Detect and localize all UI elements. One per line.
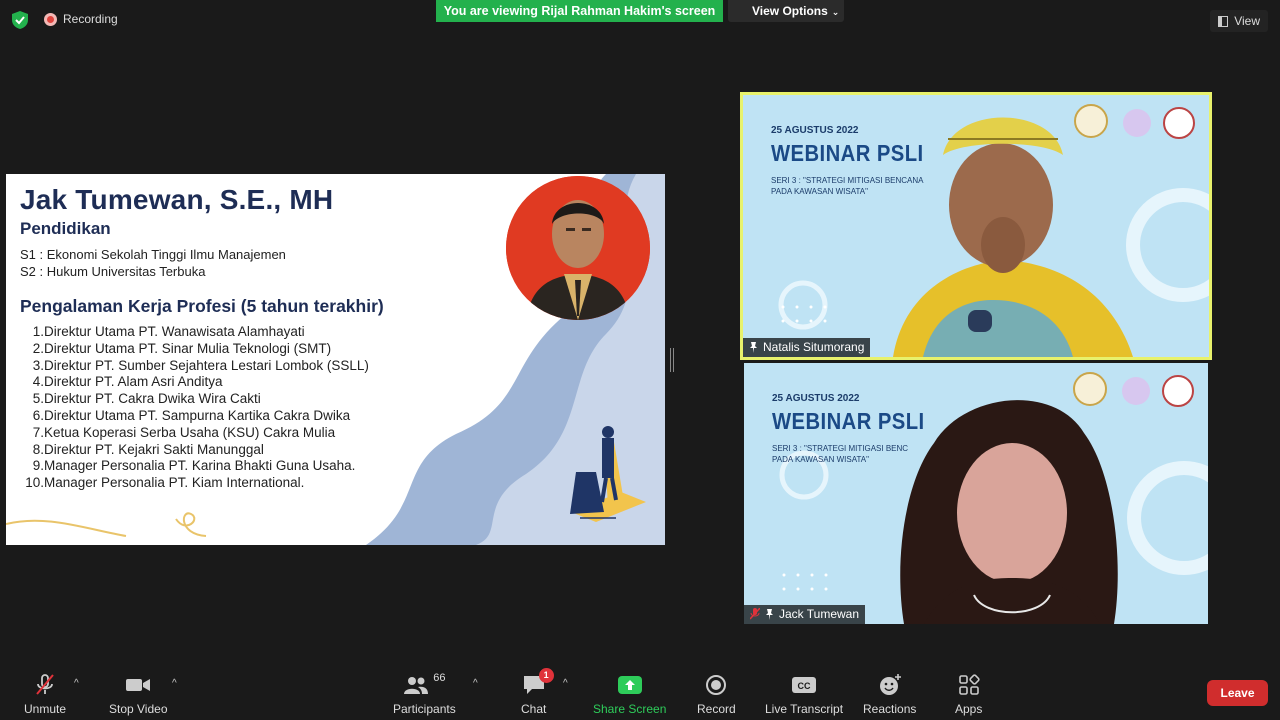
chat-unread-badge: 1: [538, 668, 554, 683]
audio-options-caret[interactable]: ^: [74, 678, 79, 689]
work-item: 10. Manager Personalia PT. Kiam Internati…: [25, 475, 305, 491]
stop-video-button[interactable]: Stop Video: [109, 672, 168, 716]
view-options-label: View Options: [752, 4, 828, 18]
webinar-title: WEBINAR PSLI: [772, 408, 925, 434]
viewing-banner: You are viewing Rijal Rahman Hakim's scr…: [436, 0, 723, 22]
live-transcript-button[interactable]: CC Live Transcript: [765, 672, 843, 716]
reactions-button[interactable]: Reactions: [863, 672, 916, 716]
pin-icon: [766, 608, 773, 620]
leave-button[interactable]: Leave: [1207, 680, 1268, 706]
record-button[interactable]: Record: [697, 672, 736, 716]
muted-mic-icon: [750, 608, 760, 620]
speaker-name-heading: Jak Tumewan, S.E., MH: [20, 184, 334, 215]
work-item: 9. Manager Personalia PT. Karina Bhakti G…: [32, 458, 356, 474]
work-item: 8. Direktur PT. Kejakri Sakti Manunggal: [32, 441, 264, 457]
share-screen-icon: [617, 676, 642, 694]
apps-icon: [958, 674, 980, 695]
chat-options-caret[interactable]: ^: [563, 678, 568, 689]
svg-text:CC: CC: [798, 681, 811, 691]
recording-label: Recording: [63, 12, 118, 26]
participant-name: Natalis Situmorang: [763, 340, 865, 354]
participants-icon: [404, 677, 429, 694]
apps-button[interactable]: Apps: [955, 672, 982, 716]
record-icon: [706, 675, 727, 695]
webinar-date: 25 AGUSTUS 2022: [771, 125, 859, 136]
participants-count: 66: [433, 672, 446, 684]
participants-options-caret[interactable]: ^: [473, 678, 478, 689]
pin-icon: [750, 341, 757, 353]
work-experience-heading: Pengalaman Kerja Profesi (5 tahun terakh…: [20, 296, 384, 316]
chevron-down-icon: ⌄: [831, 7, 840, 17]
work-item: 4. Direktur PT. Alam Asri Anditya: [32, 374, 223, 390]
speaker-photo: [506, 176, 650, 320]
webinar-series: SERI 3 : "STRATEGI MITIGASI BENC PADA KA…: [772, 444, 909, 464]
layout-icon: [1218, 15, 1229, 27]
video-tile[interactable]: 25 AGUSTUS 2022 WEBINAR PSLI SERI 3 : "S…: [744, 363, 1208, 624]
share-screen-button[interactable]: Share Screen: [593, 672, 666, 716]
webinar-title: WEBINAR PSLI: [771, 140, 924, 166]
work-item: 6. Direktur Utama PT. Sampurna Kartika Ca…: [32, 407, 351, 423]
emoji-plus-icon: [879, 674, 901, 695]
education-list: S1 : Ekonomi Sekolah Tinggi Ilmu Manajem…: [20, 246, 286, 280]
education-item: S2 : Hukum Universitas Terbuka: [20, 264, 206, 279]
video-camera-icon: [126, 679, 151, 691]
recording-indicator[interactable]: Recording: [44, 12, 118, 26]
view-label: View: [1234, 14, 1260, 28]
shared-screen-slide: Jak Tumewan, S.E., MH Pendidikan S1 : Ek…: [6, 174, 665, 545]
work-item: 2. Direktur Utama PT. Sinar Mulia Teknolo…: [32, 340, 332, 356]
participant-name: Jack Tumewan: [779, 607, 860, 621]
recording-icon: [44, 12, 57, 26]
participant-name-tag: Natalis Situmorang: [743, 338, 871, 357]
webinar-series: SERI 3 : "STRATEGI MITIGASI BENCANA PADA…: [771, 176, 924, 196]
split-view-divider[interactable]: [670, 348, 674, 372]
video-options-caret[interactable]: ^: [172, 678, 177, 689]
view-button[interactable]: View: [1210, 10, 1268, 32]
participant-name-tag: Jack Tumewan: [744, 605, 866, 624]
work-item: 7. Ketua Koperasi Serba Usaha (KSU) Cakra…: [32, 424, 336, 440]
chat-button[interactable]: 1 Chat: [521, 668, 554, 716]
education-heading: Pendidikan: [20, 219, 111, 238]
slide-illustration: [570, 426, 646, 522]
work-experience-list: 1. Direktur Utama PT. Wanawisata Alamhaya…: [20, 324, 369, 492]
work-item: 5. Direktur PT. Cakra Dwika Wira Cakti: [32, 391, 261, 407]
closed-captions-icon: CC: [792, 677, 817, 693]
view-options-button[interactable]: View Options ⌄: [728, 0, 844, 22]
education-item: S1 : Ekonomi Sekolah Tinggi Ilmu Manajem…: [20, 247, 286, 262]
work-item: 1. Direktur Utama PT. Wanawisata Alamhaya…: [32, 324, 305, 339]
work-item: 3. Direktur PT. Sumber Sejahtera Lestari …: [32, 357, 369, 373]
muted-mic-icon: [36, 674, 54, 695]
participants-button[interactable]: 66 Participants: [393, 672, 456, 716]
security-shield-icon[interactable]: [12, 11, 28, 29]
unmute-button[interactable]: Unmute: [24, 672, 66, 716]
video-tile-active-speaker[interactable]: 25 AGUSTUS 2022 WEBINAR PSLI SERI 3 : "S…: [740, 92, 1212, 360]
webinar-date: 25 AGUSTUS 2022: [772, 393, 860, 404]
